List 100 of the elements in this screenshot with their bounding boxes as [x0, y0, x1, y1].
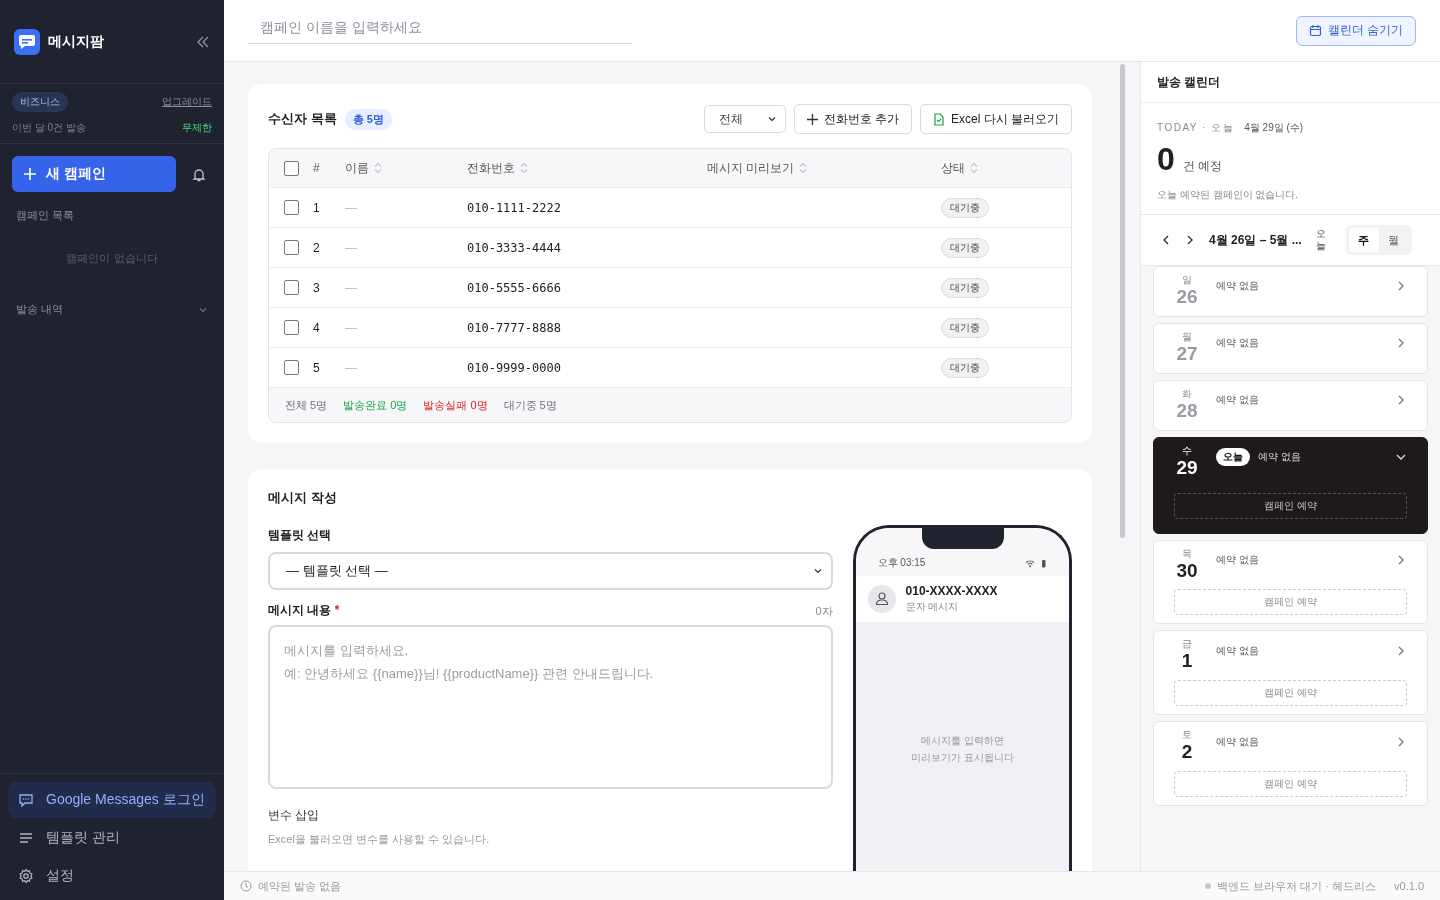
weekday: 월 [1182, 329, 1192, 344]
column-header[interactable]: 이름 [345, 159, 369, 177]
table-cell: 4 [313, 320, 320, 335]
count-badge: 총 5명 [344, 108, 392, 130]
char-count: 0자 [815, 604, 833, 619]
reserve-campaign-button[interactable]: 캠페인 예약 [1174, 492, 1407, 519]
summary-text: 전체 5명 [285, 397, 328, 413]
field-label: 변수 삽입 [268, 807, 321, 824]
table-cell: 1 [313, 200, 320, 215]
view-tab[interactable]: 주 [1348, 228, 1379, 252]
contact-subtitle: 문자 메시지 [905, 600, 960, 614]
today-button[interactable]: 오늘 [1315, 228, 1326, 252]
file-icon [933, 112, 945, 126]
row-checkbox[interactable] [283, 360, 299, 375]
collapse-icon[interactable] [196, 34, 210, 49]
summary-text: 발송완료 0명 [343, 397, 408, 413]
day-card[interactable]: 화 28 예약 없음 [1153, 379, 1428, 431]
plus-icon [24, 168, 36, 180]
table-cell: — [345, 320, 357, 335]
reserve-campaign-button[interactable]: 캠페인 예약 [1174, 771, 1407, 798]
field-label: 메시지 내용 * [268, 602, 340, 619]
table-cell: 3 [313, 280, 320, 295]
day-number: 27 [1176, 343, 1198, 365]
scheduled-count: 0 [1157, 141, 1175, 178]
template-select[interactable]: — 템플릿 선택 — [268, 552, 833, 590]
day-number: 29 [1176, 457, 1198, 479]
column-header[interactable]: 메시지 미리보기 [707, 159, 795, 177]
day-number: 30 [1176, 560, 1198, 582]
clock-icon [240, 880, 252, 892]
reserve-campaign-button[interactable]: 캠페인 예약 [1174, 680, 1407, 707]
today-note: 오늘 예약된 캠페인이 없습니다. [1157, 188, 1300, 202]
view-tab[interactable]: 월 [1378, 228, 1409, 252]
section-title[interactable]: 발송 내역 [16, 302, 64, 317]
section-title: 캠페인 목록 [15, 208, 76, 223]
bell-icon[interactable] [192, 166, 206, 182]
card-title: 수신자 목록 [268, 110, 337, 128]
hide-calendar-button[interactable]: 캘린더 숨기기 [1295, 15, 1416, 46]
status-dot [1205, 883, 1212, 889]
day-card[interactable]: 금 1 예약 없음 캠페인 예약 [1153, 630, 1428, 716]
column-header[interactable]: # [313, 161, 320, 175]
day-number: 28 [1176, 400, 1198, 422]
sidebar-item[interactable]: Google Messages 로그인 [8, 782, 216, 818]
day-number: 26 [1176, 287, 1198, 308]
reserve-campaign-button[interactable]: 캠페인 예약 [1174, 589, 1407, 616]
day-card[interactable]: 목 30 예약 없음 캠페인 예약 [1153, 539, 1428, 625]
settings-icon [18, 868, 34, 884]
column-header[interactable]: 상태 [941, 159, 965, 177]
plan-badge: 비즈니스 [12, 92, 68, 112]
day-status: 예약 없음 [1216, 393, 1260, 408]
preview-empty-text: 메시지를 입력하면 미리보기가 표시됩니다 [910, 734, 1014, 765]
day-card[interactable]: 토 2 예약 없음 캠페인 예약 [1153, 721, 1428, 807]
day-number: 1 [1181, 651, 1193, 673]
sidebar-item[interactable]: 설정 [8, 858, 216, 894]
filter-dropdown[interactable]: 전체 [703, 105, 786, 133]
weekday: 수 [1182, 443, 1192, 458]
previous-icon[interactable] [1161, 234, 1171, 246]
table-cell: 010-5555-6666 [467, 280, 561, 295]
field-label: 템플릿 선택 [268, 527, 333, 544]
day-number: 2 [1181, 742, 1193, 764]
upgrade-link[interactable]: 업그레이드 [162, 95, 212, 109]
status-badge: 대기중 [941, 197, 989, 218]
table-cell: 010-1111-2222 [467, 200, 561, 215]
day-status: 예약 없음 [1258, 450, 1302, 465]
select-all-checkbox[interactable] [283, 160, 299, 176]
caret-icon [812, 566, 823, 576]
row-checkbox[interactable] [283, 320, 299, 335]
day-card[interactable]: 일 26 예약 없음 [1153, 266, 1428, 317]
campaign-name-field[interactable]: 캠페인 이름을 입력하세요 [248, 13, 632, 44]
day-card[interactable]: 수 29 오늘 예약 없음 캠페인 예약 [1153, 436, 1428, 534]
sidebar-item[interactable]: 템플릿 관리 [8, 820, 216, 856]
message-textarea[interactable]: 메시지를 입력하세요. 예: 안녕하세요 {{name}}님! {{productName}} 관련 안내드립니다. [268, 625, 833, 789]
status-badge: 대기중 [941, 237, 989, 258]
date-range: 4월 26일 – 5월 ... [1209, 231, 1302, 249]
hint-text: Excel을 불러오면 변수를 사용할 수 있습니다. [268, 832, 491, 847]
usage-text: 이번 달 0건 발송 [12, 121, 86, 135]
new-campaign-button[interactable]: 새 캠페인 [12, 156, 176, 192]
row-checkbox[interactable] [283, 280, 299, 295]
limit-text: 무제한 [182, 121, 212, 135]
column-header[interactable]: 전화번호 [467, 159, 515, 177]
status-badge: 대기중 [941, 317, 989, 338]
next-icon[interactable] [1185, 234, 1195, 246]
table-cell: — [345, 240, 357, 255]
table-cell: — [345, 280, 357, 295]
day-card[interactable]: 월 27 예약 없음 [1153, 322, 1428, 374]
row-checkbox[interactable] [283, 240, 299, 255]
table-cell: 010-3333-4444 [467, 240, 561, 255]
summary-text: 대기중 5명 [503, 397, 557, 413]
day-status: 예약 없음 [1216, 734, 1260, 749]
app-name: 메시지팜 [48, 32, 105, 51]
today-label: TODAY · 오늘 [1157, 121, 1235, 135]
weekday: 일 [1182, 273, 1192, 287]
reload-excel-button[interactable]: Excel 다시 불러오기 [920, 104, 1072, 134]
weekday: 화 [1182, 386, 1192, 401]
row-checkbox[interactable] [283, 200, 299, 215]
table-cell: — [345, 360, 357, 375]
scrollbar[interactable] [1119, 64, 1125, 538]
summary-text: 발송실패 0명 [423, 397, 488, 413]
add-phone-button[interactable]: 전화번호 추가 [793, 104, 912, 134]
today-badge: 오늘 [1216, 448, 1250, 467]
weekday: 목 [1182, 546, 1192, 561]
